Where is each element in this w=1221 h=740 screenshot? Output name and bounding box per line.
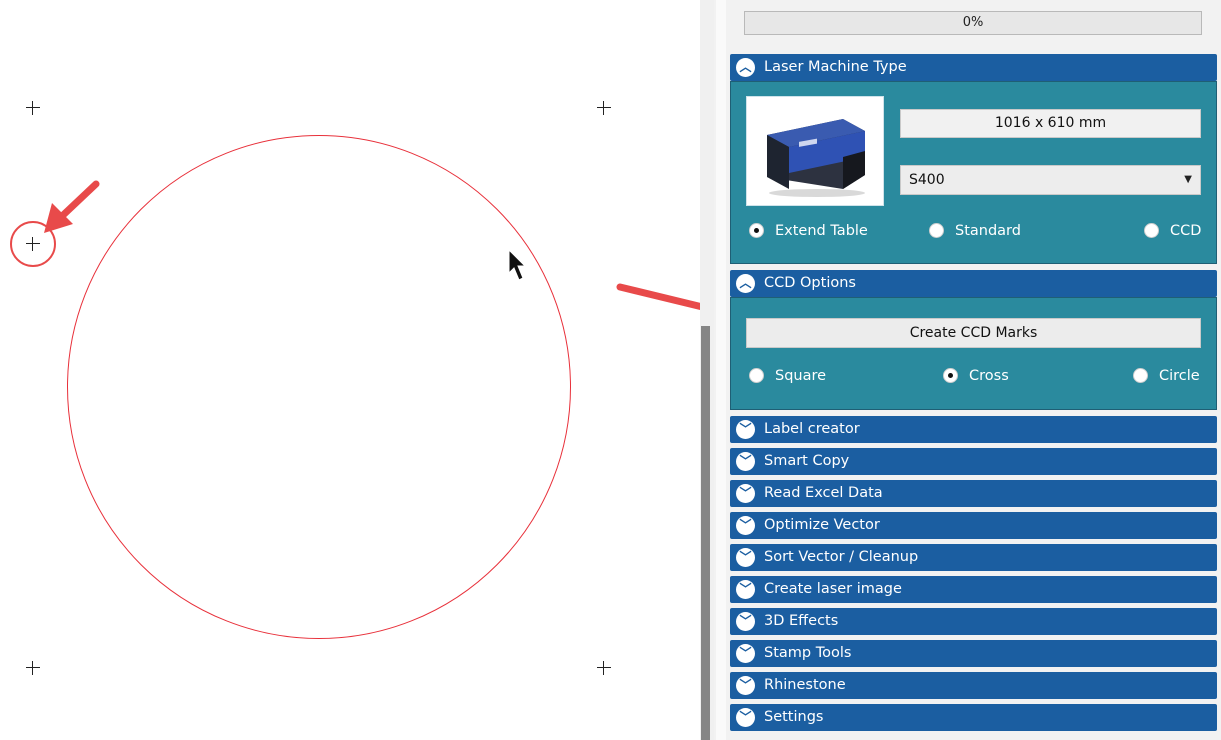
panel-gutter — [716, 0, 726, 740]
radio-label: Circle — [1159, 368, 1200, 384]
section-title: Read Excel Data — [764, 485, 883, 501]
radio-label: Extend Table — [775, 223, 868, 239]
radio-selected-icon — [749, 223, 764, 238]
machine-model-select[interactable]: S400 ▼ — [900, 165, 1201, 195]
chevron-down-icon[interactable]: ﹀ — [736, 676, 755, 695]
progress-label: 0% — [962, 15, 984, 30]
section-header-optimize-vector[interactable]: ﹀ Optimize Vector — [730, 512, 1217, 539]
chevron-up-icon[interactable]: ︿ — [736, 58, 755, 77]
chevron-down-icon[interactable]: ﹀ — [736, 452, 755, 471]
section-header-ccd-options[interactable]: ︿ CCD Options — [730, 270, 1217, 297]
chevron-down-icon[interactable]: ﹀ — [736, 708, 755, 727]
radio-square[interactable]: Square — [749, 366, 826, 386]
panel-scrollbar-thumb[interactable] — [701, 326, 710, 740]
radio-label: Cross — [969, 368, 1009, 384]
section-title: Rhinestone — [764, 677, 846, 693]
section-header-settings[interactable]: ﹀ Settings — [730, 704, 1217, 731]
section-title: Optimize Vector — [764, 517, 880, 533]
section-body-ccd-options — [730, 297, 1217, 410]
section-title: Laser Machine Type — [764, 59, 907, 75]
chevron-down-icon[interactable]: ﹀ — [736, 644, 755, 663]
radio-label: CCD — [1170, 223, 1202, 239]
section-title: 3D Effects — [764, 613, 839, 629]
section-header-label-creator[interactable]: ﹀ Label creator — [730, 416, 1217, 443]
chevron-up-icon[interactable]: ︿ — [736, 274, 755, 293]
section-header-create-laser-image[interactable]: ﹀ Create laser image — [730, 576, 1217, 603]
radio-standard[interactable]: Standard — [929, 221, 1021, 241]
ccd-cross-mark-top-left[interactable] — [26, 101, 40, 115]
radio-unselected-icon — [1144, 223, 1159, 238]
chevron-down-icon[interactable]: ﹀ — [736, 548, 755, 567]
section-title: Create laser image — [764, 581, 902, 597]
create-ccd-marks-button[interactable]: Create CCD Marks — [746, 318, 1201, 348]
machine-model-value: S400 — [909, 172, 945, 188]
laser-machine-icon — [767, 119, 865, 197]
radio-selected-icon — [943, 368, 958, 383]
radio-unselected-icon — [749, 368, 764, 383]
section-title: CCD Options — [764, 275, 856, 291]
machine-size-display: 1016 x 610 mm — [900, 109, 1201, 138]
section-header-laser-machine-type[interactable]: ︿ Laser Machine Type — [730, 54, 1217, 81]
progress-bar: 0% — [744, 11, 1202, 35]
section-header-stamp-tools[interactable]: ﹀ Stamp Tools — [730, 640, 1217, 667]
radio-unselected-icon — [1133, 368, 1148, 383]
section-header-smart-copy[interactable]: ﹀ Smart Copy — [730, 448, 1217, 475]
section-title: Smart Copy — [764, 453, 850, 469]
chevron-down-icon[interactable]: ﹀ — [736, 580, 755, 599]
highlight-ring-annotation — [10, 221, 56, 267]
dropdown-arrow-icon: ▼ — [1184, 174, 1192, 185]
chevron-down-icon[interactable]: ﹀ — [736, 612, 755, 631]
ccd-cross-mark-top-right[interactable] — [597, 101, 611, 115]
radio-circle[interactable]: Circle — [1133, 366, 1200, 386]
design-canvas[interactable] — [0, 0, 700, 740]
section-header-sort-vector-cleanup[interactable]: ﹀ Sort Vector / Cleanup — [730, 544, 1217, 571]
chevron-down-icon[interactable]: ﹀ — [736, 484, 755, 503]
section-title: Stamp Tools — [764, 645, 852, 661]
ccd-cross-mark-bottom-right[interactable] — [597, 661, 611, 675]
section-header-3d-effects[interactable]: ﹀ 3D Effects — [730, 608, 1217, 635]
machine-size-value: 1016 x 610 mm — [994, 115, 1107, 131]
design-circle[interactable] — [67, 135, 571, 639]
ccd-cross-mark-bottom-left[interactable] — [26, 661, 40, 675]
chevron-down-icon[interactable]: ﹀ — [736, 516, 755, 535]
radio-extend-table[interactable]: Extend Table — [749, 221, 868, 241]
radio-label: Square — [775, 368, 827, 384]
radio-unselected-icon — [929, 223, 944, 238]
chevron-down-icon[interactable]: ﹀ — [736, 420, 755, 439]
section-title: Label creator — [764, 421, 860, 437]
laser-machine-image — [746, 96, 884, 206]
create-ccd-marks-label: Create CCD Marks — [909, 325, 1038, 341]
section-title: Sort Vector / Cleanup — [764, 549, 919, 565]
section-title: Settings — [764, 709, 824, 725]
radio-label: Standard — [955, 223, 1021, 239]
section-header-read-excel-data[interactable]: ﹀ Read Excel Data — [730, 480, 1217, 507]
radio-cross[interactable]: Cross — [943, 366, 1009, 386]
section-header-rhinestone[interactable]: ﹀ Rhinestone — [730, 672, 1217, 699]
radio-ccd[interactable]: CCD — [1144, 221, 1201, 241]
